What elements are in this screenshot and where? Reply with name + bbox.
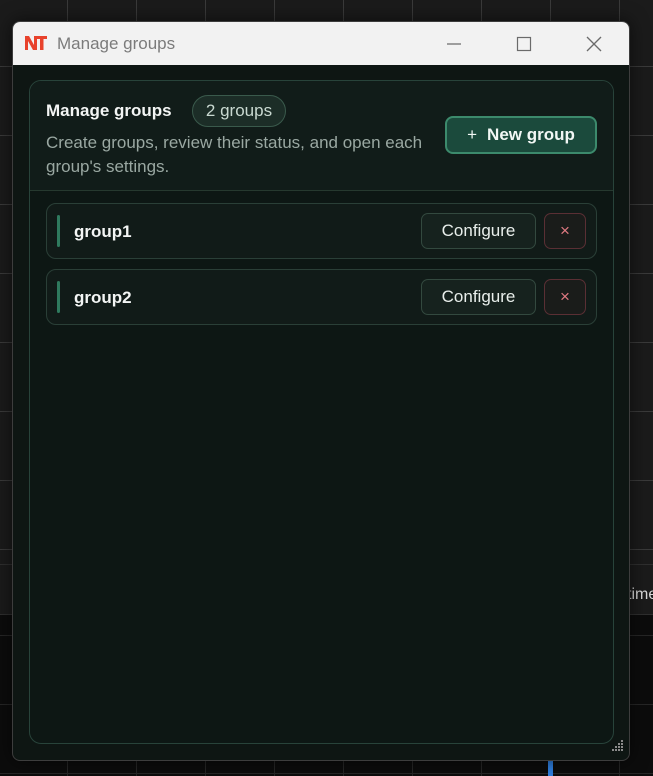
status-indicator bbox=[57, 215, 60, 247]
panel-description: Create groups, review their status, and … bbox=[46, 133, 423, 176]
window-title: Manage groups bbox=[57, 34, 176, 53]
groups-panel: Manage groups 2 groups Create groups, re… bbox=[29, 80, 614, 744]
background-time-label: time bbox=[627, 586, 653, 603]
status-indicator bbox=[57, 281, 60, 313]
close-icon bbox=[585, 35, 603, 53]
minimize-icon bbox=[446, 36, 462, 52]
group-name: group1 bbox=[74, 222, 132, 241]
title-bar[interactable]: Manage groups bbox=[13, 22, 629, 65]
new-group-label: New group bbox=[487, 125, 575, 144]
maximize-icon bbox=[516, 36, 532, 52]
maximize-button[interactable] bbox=[489, 22, 559, 65]
close-button[interactable] bbox=[559, 22, 629, 65]
panel-title: Manage groups bbox=[46, 101, 172, 120]
group-row: group1 Configure × bbox=[46, 203, 597, 259]
panel-header: Manage groups 2 groups Create groups, re… bbox=[30, 81, 613, 191]
new-group-button[interactable]: + New group bbox=[445, 116, 597, 154]
manage-groups-window: Manage groups Manage groups 2 groups Cre bbox=[12, 21, 630, 761]
plus-icon: + bbox=[467, 125, 478, 144]
nt-logo-icon bbox=[24, 34, 48, 52]
delete-group-button[interactable]: × bbox=[544, 213, 586, 249]
delete-group-button[interactable]: × bbox=[544, 279, 586, 315]
group-row: group2 Configure × bbox=[46, 269, 597, 325]
configure-button[interactable]: Configure bbox=[421, 213, 536, 249]
minimize-button[interactable] bbox=[419, 22, 489, 65]
resize-grip-icon[interactable] bbox=[609, 738, 625, 754]
group-count-badge: 2 groups bbox=[192, 95, 286, 127]
configure-button[interactable]: Configure bbox=[421, 279, 536, 315]
group-name: group2 bbox=[74, 288, 132, 307]
